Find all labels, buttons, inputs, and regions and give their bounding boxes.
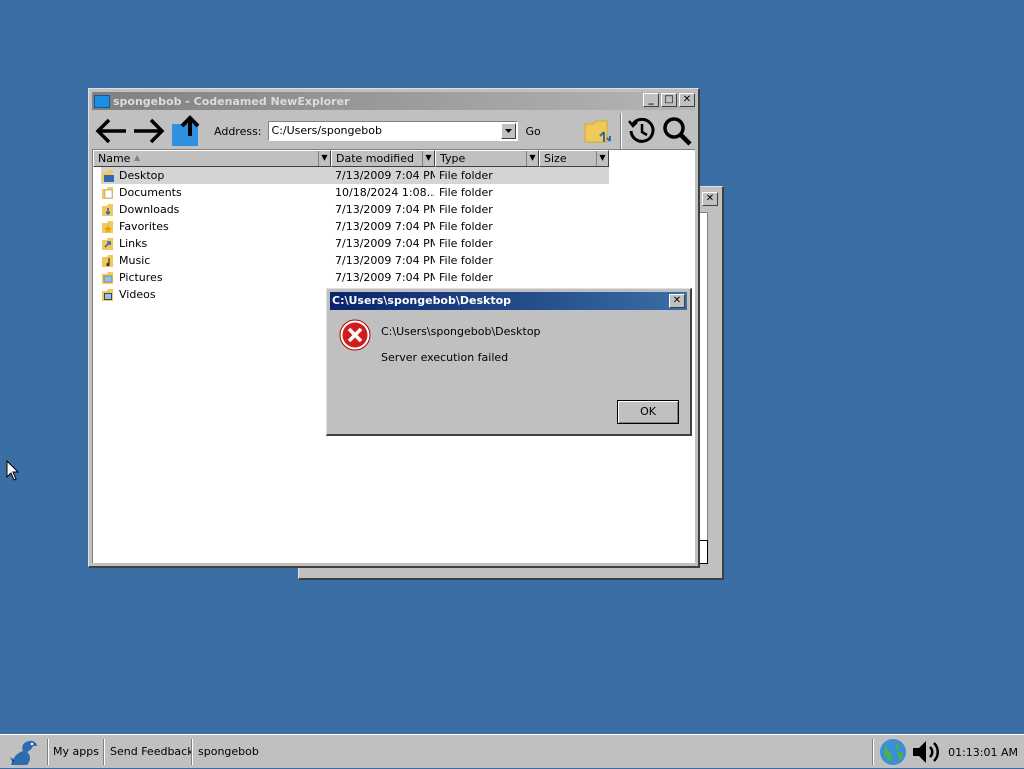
column-name-label: Name — [98, 152, 131, 165]
file-type: File folder — [439, 254, 493, 267]
address-dropdown-button[interactable] — [500, 123, 516, 139]
file-type: File folder — [439, 203, 493, 216]
toolbar: Address: C:/Users/spongebob Go — [92, 111, 695, 151]
start-button[interactable] — [4, 737, 44, 767]
search-button[interactable] — [659, 113, 695, 149]
volume-icon[interactable] — [910, 737, 944, 767]
explorer-app-icon — [94, 94, 110, 108]
column-size-dropdown[interactable]: ▼ — [596, 151, 608, 166]
sync-folder-button[interactable] — [579, 113, 617, 149]
address-value: C:/Users/spongebob — [271, 124, 382, 137]
toolbar-separator — [620, 113, 622, 149]
file-date: 7/13/2009 7:04 PM — [335, 271, 435, 284]
background-window-close-button[interactable]: ✕ — [702, 192, 718, 206]
column-type-label: Type — [440, 152, 466, 165]
taskbar-item-spongebob[interactable]: spongebob — [192, 739, 265, 765]
system-tray: 01:13:01 AM — [872, 735, 1024, 769]
desktop-folder-icon — [101, 169, 117, 183]
column-size[interactable]: Size ▼ — [539, 150, 609, 167]
file-type: File folder — [439, 271, 493, 284]
file-row[interactable]: Music 7/13/2009 7:04 PM File folder — [93, 252, 695, 269]
file-row[interactable]: Downloads 7/13/2009 7:04 PM File folder — [93, 201, 695, 218]
column-name-dropdown[interactable]: ▼ — [318, 151, 330, 166]
search-icon — [663, 117, 692, 146]
file-type: File folder — [439, 220, 493, 233]
pictures-folder-icon — [101, 271, 117, 285]
dialog-title: C:\Users\spongebob\Desktop — [332, 294, 512, 307]
minimize-button[interactable]: _ — [643, 93, 659, 107]
column-type[interactable]: Type ▼ — [435, 150, 539, 167]
error-dialog[interactable]: C:\Users\spongebob\Desktop ✕ C:\Users\sp… — [326, 288, 692, 436]
videos-folder-icon — [101, 288, 117, 302]
address-label: Address: — [214, 124, 262, 138]
file-date: 7/13/2009 7:04 PM — [335, 237, 435, 250]
file-row[interactable]: Favorites 7/13/2009 7:04 PM File folder — [93, 218, 695, 235]
network-globe-icon[interactable] — [878, 737, 908, 767]
dialog-close-button[interactable]: ✕ — [669, 294, 685, 308]
history-button[interactable] — [625, 113, 659, 149]
sort-ascending-icon: ▲ — [134, 153, 141, 162]
forward-arrow-icon — [134, 118, 165, 144]
chevron-down-icon — [504, 129, 512, 133]
file-type: File folder — [439, 169, 493, 182]
dialog-path: C:\Users\spongebob\Desktop — [381, 325, 541, 338]
file-row[interactable]: Pictures 7/13/2009 7:04 PM File folder — [93, 269, 695, 286]
dialog-message: Server execution failed — [381, 351, 509, 364]
column-date-label: Date modified — [336, 152, 414, 165]
go-button[interactable]: Go — [526, 125, 541, 138]
file-date: 10/18/2024 1:08... — [335, 186, 435, 199]
column-header: Name ▲ ▼ Date modified ▼ Type ▼ Size ▼ — [93, 150, 609, 167]
file-type: File folder — [439, 186, 493, 199]
close-button[interactable]: ✕ — [679, 93, 695, 107]
favorites-folder-icon — [101, 220, 117, 234]
file-name: Links — [119, 237, 148, 250]
file-date: 7/13/2009 7:04 PM — [335, 169, 435, 182]
file-name: Favorites — [119, 220, 169, 233]
music-folder-icon — [101, 254, 117, 268]
sync-folder-icon — [584, 120, 611, 143]
file-row[interactable]: Documents 10/18/2024 1:08... File folder — [93, 184, 695, 201]
column-date-modified[interactable]: Date modified ▼ — [331, 150, 435, 167]
error-icon — [339, 319, 371, 354]
file-type: File folder — [439, 237, 493, 250]
file-date: 7/13/2009 7:04 PM — [335, 203, 435, 216]
clock[interactable]: 01:13:01 AM — [944, 746, 1024, 759]
tray-separator — [872, 739, 875, 765]
column-size-label: Size — [544, 152, 567, 165]
dialog-titlebar[interactable]: C:\Users\spongebob\Desktop ✕ — [330, 292, 687, 310]
file-rows: Desktop 7/13/2009 7:04 PM File folder Do… — [93, 167, 695, 303]
history-icon — [628, 117, 655, 143]
file-date: 7/13/2009 7:04 PM — [335, 254, 435, 267]
file-row[interactable]: Desktop 7/13/2009 7:04 PM File folder — [93, 167, 695, 184]
column-name[interactable]: Name ▲ ▼ — [93, 150, 331, 167]
file-name: Desktop — [119, 169, 165, 182]
column-date-dropdown[interactable]: ▼ — [422, 151, 434, 166]
back-arrow-icon — [95, 118, 126, 144]
downloads-folder-icon — [101, 203, 117, 217]
window-titlebar[interactable]: spongebob - Codenamed NewExplorer _ □ ✕ — [92, 92, 695, 110]
taskbar: My apps Send Feedback spongebob 01:13:01… — [0, 734, 1024, 768]
file-name: Documents — [119, 186, 182, 199]
window-title: spongebob - Codenamed NewExplorer — [113, 94, 350, 108]
start-dragon-icon — [10, 740, 37, 765]
file-name: Pictures — [119, 271, 163, 284]
file-name: Music — [119, 254, 151, 267]
file-date: 7/13/2009 7:04 PM — [335, 220, 435, 233]
back-button[interactable] — [92, 113, 130, 149]
address-input[interactable]: C:/Users/spongebob — [267, 121, 518, 141]
file-name: Downloads — [119, 203, 180, 216]
up-folder-button[interactable] — [168, 113, 206, 149]
up-folder-icon — [172, 115, 200, 146]
mouse-cursor-icon — [6, 459, 20, 485]
maximize-button[interactable]: □ — [661, 93, 677, 107]
taskbar-item-my-apps[interactable]: My apps — [47, 739, 105, 765]
file-row[interactable]: Links 7/13/2009 7:04 PM File folder — [93, 235, 695, 252]
column-type-dropdown[interactable]: ▼ — [526, 151, 538, 166]
taskbar-item-send-feedback[interactable]: Send Feedback — [104, 739, 200, 765]
forward-button[interactable] — [130, 113, 168, 149]
file-name: Videos — [119, 288, 156, 301]
documents-folder-icon — [101, 186, 117, 200]
ok-button[interactable]: OK — [617, 400, 679, 424]
links-folder-icon — [101, 237, 117, 251]
